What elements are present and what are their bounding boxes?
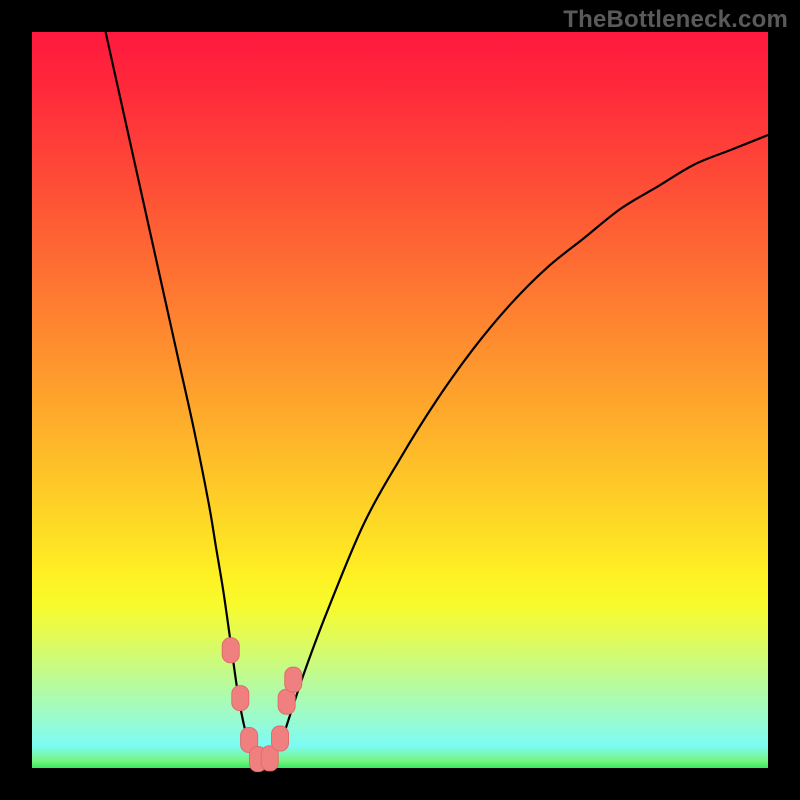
marker-dot [285, 667, 302, 692]
chart-svg [32, 32, 768, 768]
marker-dot [272, 726, 289, 751]
bottleneck-curve [106, 32, 768, 762]
outer-frame: TheBottleneck.com [0, 0, 800, 800]
marker-dot [232, 686, 249, 711]
plot-area [32, 32, 768, 768]
marker-dot [278, 689, 295, 714]
marker-dot [222, 638, 239, 663]
curve-markers [222, 638, 302, 772]
brand-watermark: TheBottleneck.com [563, 6, 788, 34]
